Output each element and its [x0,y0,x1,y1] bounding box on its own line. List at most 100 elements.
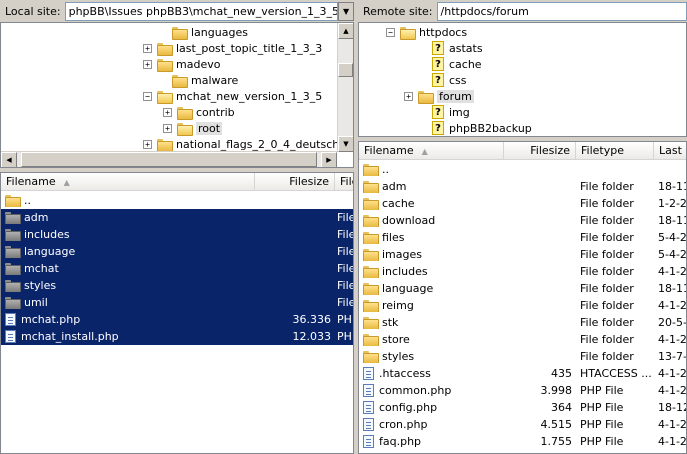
filetype-cell: PH [337,330,352,343]
filetype-cell: File folder [580,265,634,278]
remote-site-path-input[interactable]: /httpdocs/forum [436,1,687,21]
remote-file-list[interactable]: Filename ▲ Filesize Filetype Last m .. adm… [358,141,687,454]
scroll-thumb[interactable] [21,152,317,167]
table-row[interactable]: mchat_install.php 12.033 PH [1,328,353,345]
filename-text: umil [24,296,48,309]
remote-col-filetype-label: Filetype [581,144,624,157]
expand-icon[interactable]: + [143,59,152,69]
filetype-cell: File folder [580,299,634,312]
folder-icon [363,266,379,278]
table-row[interactable]: includes File [1,226,353,243]
tree-item[interactable]: − httpdocs [386,24,467,40]
filename-text: styles [382,350,415,363]
unknown-folder-icon: ? [432,41,444,55]
table-row[interactable]: common.php 3.998 PHP File 4-1-2 [359,382,686,399]
collapse-icon[interactable]: − [143,91,152,101]
tree-item[interactable]: + madevo [143,56,220,72]
scroll-right-icon[interactable]: ▶ [321,152,337,167]
tree-item[interactable]: + forum [404,88,474,104]
file-icon [363,367,374,380]
scroll-left-icon[interactable]: ◀ [1,152,17,167]
collapse-icon[interactable]: − [386,27,395,37]
local-site-path-input[interactable]: phpBB\Issues phpBB3\mchat_new_version_1_… [64,1,339,21]
filename-text: reimg [382,299,414,312]
expand-icon[interactable]: + [163,107,172,117]
remote-site-label: Remote site: [363,4,433,18]
filename-text: styles [24,279,57,292]
file-icon [363,418,374,431]
table-row[interactable]: language File [1,243,353,260]
table-row[interactable]: cron.php 4.515 PHP File 4-1-2 [359,416,686,433]
tree-item[interactable]: + root [163,120,223,136]
folder-icon [177,106,193,120]
folder-icon [5,195,21,207]
tree-item[interactable]: ? astats [418,40,483,56]
table-row[interactable]: faq.php 1.755 PHP File 4-1-2 [359,433,686,450]
remote-col-filename[interactable]: Filename ▲ [359,142,504,160]
filename-text: mchat.php [21,313,81,326]
remote-list-header: Filename ▲ Filesize Filetype Last m [359,142,686,160]
table-row[interactable]: .. [359,161,686,178]
folder-open-icon [177,122,193,136]
table-row[interactable]: .htaccess 435 HTACCESS ... 4-1-2 [359,365,686,382]
filename-cell: language [359,282,504,295]
tree-item[interactable]: ? phpBB2backup [418,120,532,136]
remote-col-lastmod[interactable]: Last m [654,142,686,160]
local-file-list[interactable]: Filename▲ Filesize File ..admFileinclude… [0,172,354,454]
local-site-dropdown-button[interactable]: ▼ [338,1,354,21]
local-tree-hscrollbar[interactable]: ◀ ▶ [1,151,337,167]
filename-text: faq.php [379,435,422,448]
tree-item[interactable]: malware [158,72,238,88]
expand-icon[interactable]: + [143,43,152,53]
table-row[interactable]: files File folder 5-4-2 [359,229,686,246]
table-row[interactable]: language File folder 18-11 [359,280,686,297]
tree-item[interactable]: ? css [418,72,467,88]
scroll-thumb[interactable] [338,63,353,77]
local-tree-vscrollbar[interactable]: ▲ ▼ [337,23,353,152]
scroll-up-icon[interactable]: ▲ [338,23,353,39]
tree-item[interactable]: + last_post_topic_title_1_3_3 [143,40,322,56]
remote-col-filesize[interactable]: Filesize [504,142,576,160]
filesize-cell: 3.998 [540,384,573,397]
table-row[interactable]: umil File [1,294,353,311]
table-row[interactable]: config.php 364 PHP File 18-12 [359,399,686,416]
filename-cell: mchat [1,262,255,275]
tree-item[interactable]: ? cache [418,56,482,72]
table-row[interactable]: .. [1,192,353,209]
table-row[interactable]: styles File folder 13-7- [359,348,686,365]
filetype-cell: File folder [580,248,634,261]
remote-col-filetype[interactable]: Filetype [576,142,654,160]
remote-directory-tree[interactable]: − httpdocs? astats? cache? css + forum? img? php… [358,22,687,137]
filename-cell: styles [359,350,504,363]
table-row[interactable]: store File folder 4-1-2 [359,331,686,348]
remote-col-filesize-label: Filesize [530,144,570,157]
table-row[interactable]: stk File folder 20-5- [359,314,686,331]
table-row[interactable]: reimg File folder 4-1-2 [359,297,686,314]
table-row[interactable]: mchat File [1,260,353,277]
table-row[interactable]: styles File [1,277,353,294]
lastmod-cell: 4-1-2 [658,418,686,431]
expand-icon[interactable]: + [163,123,172,133]
tree-item[interactable]: languages [158,24,248,40]
expand-icon[interactable]: + [404,91,413,101]
local-col-filesize[interactable]: Filesize [255,173,335,191]
tree-item-label: forum [437,89,474,103]
local-col-filetype[interactable]: File [335,173,353,191]
table-row[interactable]: mchat.php 36.336 PH [1,311,353,328]
table-row[interactable]: cache File folder 1-2-2 [359,195,686,212]
local-directory-tree[interactable]: languages + last_post_topic_title_1_3_3 + ma… [0,22,354,168]
tree-item[interactable]: + national_flags_2_0_4_deutsch [143,136,339,152]
tree-item[interactable]: + contrib [163,104,235,120]
tree-item[interactable]: ? img [418,104,470,120]
lastmod-cell: 5-4-2 [658,248,686,261]
filename-cell: .htaccess [359,367,504,380]
expand-icon[interactable]: + [143,139,152,149]
tree-item[interactable]: − mchat_new_version_1_3_5 [143,88,322,104]
table-row[interactable]: includes File folder 4-1-2 [359,263,686,280]
table-row[interactable]: adm File folder 18-11 [359,178,686,195]
table-row[interactable]: download File folder 18-11 [359,212,686,229]
table-row[interactable]: images File folder 5-4-2 [359,246,686,263]
table-row[interactable]: adm File [1,209,353,226]
scroll-down-icon[interactable]: ▼ [338,136,353,152]
local-col-filename[interactable]: Filename ▲ [1,173,255,191]
